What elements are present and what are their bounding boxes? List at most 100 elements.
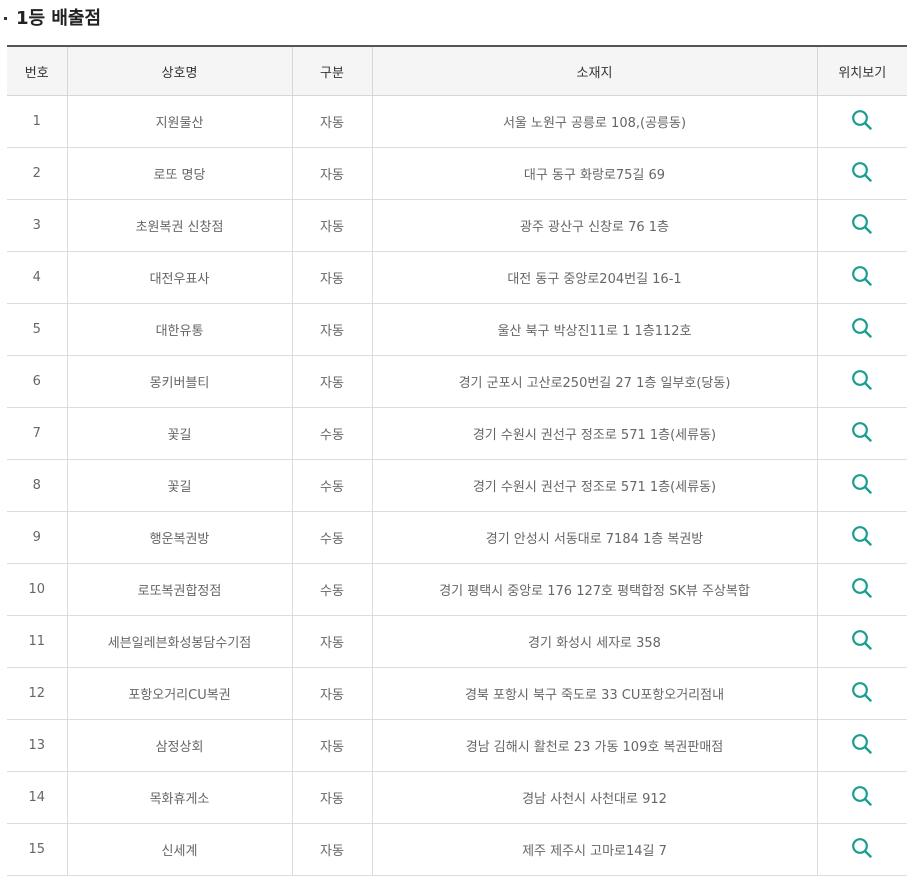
cell-number: 13 bbox=[7, 719, 67, 772]
search-icon bbox=[852, 265, 872, 286]
cell-address: 경기 평택시 중앙로 176 127호 평택합정 SK뷰 주상복합 bbox=[371, 563, 817, 616]
cell-view-location bbox=[816, 251, 907, 304]
header-number: 번호 bbox=[7, 46, 67, 96]
cell-type: 자동 bbox=[291, 147, 372, 200]
search-icon bbox=[852, 369, 872, 390]
view-location-button[interactable] bbox=[851, 213, 873, 235]
search-icon bbox=[852, 785, 872, 806]
table-row: 1 지원물산 자동 서울 노원구 공릉로 108,(공릉동) bbox=[7, 95, 907, 148]
cell-number: 12 bbox=[7, 667, 67, 720]
cell-view-location bbox=[816, 199, 907, 252]
view-location-button[interactable] bbox=[851, 837, 873, 859]
winning-stores-table: 번호 상호명 구분 소재지 위치보기 1 지원물산 자동 서울 노원구 공릉로 108… bbox=[7, 45, 907, 876]
search-icon bbox=[852, 473, 872, 494]
cell-view-location bbox=[816, 615, 907, 668]
cell-address: 대구 동구 화랑로75길 69 bbox=[371, 147, 817, 200]
view-location-button[interactable] bbox=[851, 421, 873, 443]
cell-number: 1 bbox=[7, 95, 67, 148]
cell-number: 15 bbox=[7, 823, 67, 876]
header-store-name: 상호명 bbox=[66, 46, 292, 96]
header-view-location: 위치보기 bbox=[816, 46, 907, 96]
cell-type: 자동 bbox=[291, 251, 372, 304]
page-title: 1등 배출점 bbox=[16, 8, 102, 29]
cell-address: 경남 김해시 활천로 23 가동 109호 복권판매점 bbox=[371, 719, 817, 772]
cell-number: 6 bbox=[7, 355, 67, 408]
cell-type: 자동 bbox=[291, 823, 372, 876]
table-row: 5 대한유통 자동 울산 북구 박상진11로 1 1층112호 bbox=[7, 303, 907, 356]
table-row: 2 로또 명당 자동 대구 동구 화랑로75길 69 bbox=[7, 147, 907, 200]
search-icon bbox=[852, 837, 872, 858]
cell-address: 울산 북구 박상진11로 1 1층112호 bbox=[371, 303, 817, 356]
view-location-button[interactable] bbox=[851, 681, 873, 703]
cell-store-name: 삼정상회 bbox=[66, 719, 292, 772]
view-location-button[interactable] bbox=[851, 577, 873, 599]
cell-address: 서울 노원구 공릉로 108,(공릉동) bbox=[371, 95, 817, 148]
search-icon bbox=[852, 681, 872, 702]
table-row: 15 신세계 자동 제주 제주시 고마로14길 7 bbox=[7, 823, 907, 876]
view-location-button[interactable] bbox=[851, 525, 873, 547]
cell-store-name: 로또 명당 bbox=[66, 147, 292, 200]
cell-number: 7 bbox=[7, 407, 67, 460]
view-location-button[interactable] bbox=[851, 109, 873, 131]
cell-store-name: 세븐일레븐화성봉담수기점 bbox=[66, 615, 292, 668]
header-type: 구분 bbox=[291, 46, 372, 96]
cell-store-name: 로또복권합정점 bbox=[66, 563, 292, 616]
cell-address: 경남 사천시 사천대로 912 bbox=[371, 771, 817, 824]
cell-type: 자동 bbox=[291, 95, 372, 148]
view-location-button[interactable] bbox=[851, 161, 873, 183]
cell-store-name: 포항오거리CU복권 bbox=[66, 667, 292, 720]
cell-number: 10 bbox=[7, 563, 67, 616]
table-row: 7 꽃길 수동 경기 수원시 권선구 정조로 571 1층(세류동) bbox=[7, 407, 907, 460]
cell-view-location bbox=[816, 303, 907, 356]
cell-view-location bbox=[816, 771, 907, 824]
cell-view-location bbox=[816, 511, 907, 564]
cell-type: 수동 bbox=[291, 407, 372, 460]
search-icon bbox=[852, 577, 872, 598]
view-location-button[interactable] bbox=[851, 369, 873, 391]
cell-store-name: 대전우표사 bbox=[66, 251, 292, 304]
cell-address: 경기 안성시 서동대로 7184 1층 복권방 bbox=[371, 511, 817, 564]
cell-type: 자동 bbox=[291, 199, 372, 252]
cell-address: 광주 광산구 신창로 76 1층 bbox=[371, 199, 817, 252]
cell-address: 경기 군포시 고산로250번길 27 1층 일부호(당동) bbox=[371, 355, 817, 408]
view-location-button[interactable] bbox=[851, 733, 873, 755]
table-row: 4 대전우표사 자동 대전 동구 중앙로204번길 16-1 bbox=[7, 251, 907, 304]
cell-number: 3 bbox=[7, 199, 67, 252]
cell-type: 자동 bbox=[291, 303, 372, 356]
cell-number: 14 bbox=[7, 771, 67, 824]
cell-view-location bbox=[816, 95, 907, 148]
cell-number: 4 bbox=[7, 251, 67, 304]
cell-store-name: 신세계 bbox=[66, 823, 292, 876]
table-row: 9 행운복권방 수동 경기 안성시 서동대로 7184 1층 복권방 bbox=[7, 511, 907, 564]
table-row: 8 꽃길 수동 경기 수원시 권선구 정조로 571 1층(세류동) bbox=[7, 459, 907, 512]
cell-store-name: 목화휴게소 bbox=[66, 771, 292, 824]
cell-address: 경기 수원시 권선구 정조로 571 1층(세류동) bbox=[371, 459, 817, 512]
cell-view-location bbox=[816, 459, 907, 512]
table-row: 14 목화휴게소 자동 경남 사천시 사천대로 912 bbox=[7, 771, 907, 824]
cell-number: 11 bbox=[7, 615, 67, 668]
cell-store-name: 행운복권방 bbox=[66, 511, 292, 564]
cell-store-name: 대한유통 bbox=[66, 303, 292, 356]
cell-address: 대전 동구 중앙로204번길 16-1 bbox=[371, 251, 817, 304]
view-location-button[interactable] bbox=[851, 629, 873, 651]
header-address: 소재지 bbox=[371, 46, 817, 96]
view-location-button[interactable] bbox=[851, 265, 873, 287]
cell-address: 경북 포항시 북구 죽도로 33 CU포항오거리점내 bbox=[371, 667, 817, 720]
view-location-button[interactable] bbox=[851, 785, 873, 807]
table-row: 12 포항오거리CU복권 자동 경북 포항시 북구 죽도로 33 CU포항오거리점내 bbox=[7, 667, 907, 720]
cell-view-location bbox=[816, 563, 907, 616]
view-location-button[interactable] bbox=[851, 473, 873, 495]
cell-store-name: 꽃길 bbox=[66, 407, 292, 460]
table-header-row: 번호 상호명 구분 소재지 위치보기 bbox=[7, 46, 907, 96]
table-row: 10 로또복권합정점 수동 경기 평택시 중앙로 176 127호 평택합정 SK뷰 … bbox=[7, 563, 907, 616]
cell-number: 9 bbox=[7, 511, 67, 564]
cell-address: 경기 화성시 세자로 358 bbox=[371, 615, 817, 668]
view-location-button[interactable] bbox=[851, 317, 873, 339]
cell-store-name: 지원물산 bbox=[66, 95, 292, 148]
search-icon bbox=[852, 161, 872, 182]
cell-view-location bbox=[816, 719, 907, 772]
cell-number: 5 bbox=[7, 303, 67, 356]
cell-type: 자동 bbox=[291, 771, 372, 824]
cell-type: 수동 bbox=[291, 511, 372, 564]
search-icon bbox=[852, 109, 872, 130]
